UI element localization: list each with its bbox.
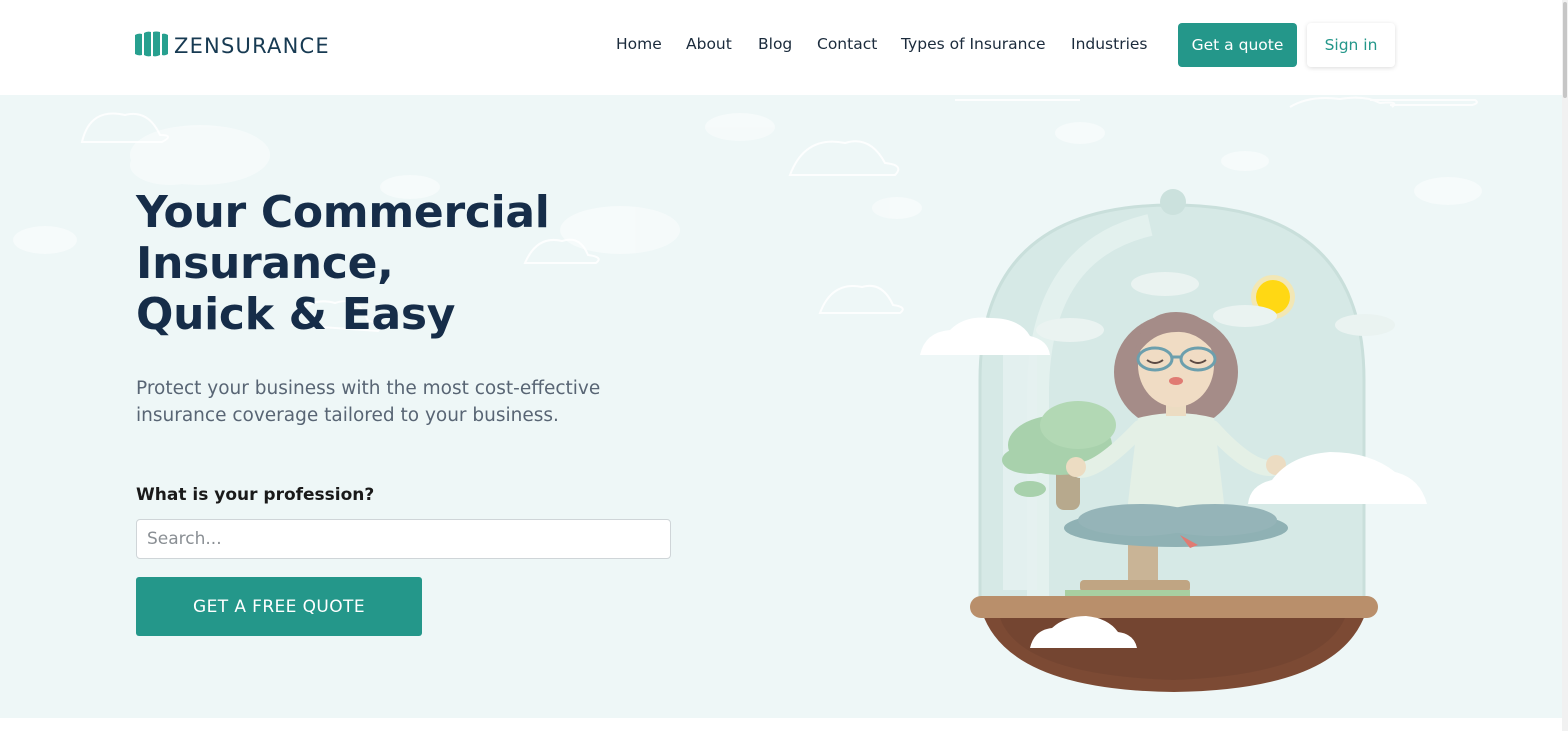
- profession-search-input[interactable]: [136, 519, 671, 559]
- hero-heading-line-2: Insurance,: [136, 238, 394, 289]
- page-scrollbar[interactable]: [1562, 0, 1568, 731]
- nav-types-of-insurance[interactable]: Types of Insurance: [901, 35, 1046, 53]
- meditating-woman-under-glass-dome-icon: [920, 189, 1427, 692]
- logo-mark-icon: [134, 31, 168, 61]
- hero-heading: Your Commercial Insurance, Quick & Easy: [136, 187, 550, 340]
- scrollbar-thumb[interactable]: [1563, 2, 1567, 98]
- hero-section: Your Commercial Insurance, Quick & Easy …: [0, 95, 1568, 718]
- hero-heading-line-1: Your Commercial: [136, 187, 550, 238]
- hero-subtitle: Protect your business with the most cost…: [136, 378, 601, 426]
- nav-blog[interactable]: Blog: [758, 35, 792, 53]
- nav-contact[interactable]: Contact: [817, 35, 877, 53]
- hero-heading-line-3: Quick & Easy: [136, 289, 456, 340]
- nav-about[interactable]: About: [686, 35, 732, 53]
- brand-name: ZENSURANCE: [174, 34, 330, 58]
- logo[interactable]: ZENSURANCE: [134, 31, 330, 61]
- get-a-quote-button[interactable]: Get a quote: [1178, 23, 1297, 67]
- nav-industries[interactable]: Industries: [1071, 35, 1148, 53]
- section-divider: [0, 718, 1568, 731]
- sign-in-button[interactable]: Sign in: [1307, 23, 1395, 67]
- site-header: ZENSURANCE Home About Blog Contact Types…: [0, 0, 1568, 95]
- profession-label: What is your profession?: [136, 485, 375, 505]
- nav-home[interactable]: Home: [616, 35, 662, 53]
- get-free-quote-button[interactable]: GET A FREE QUOTE: [136, 577, 422, 636]
